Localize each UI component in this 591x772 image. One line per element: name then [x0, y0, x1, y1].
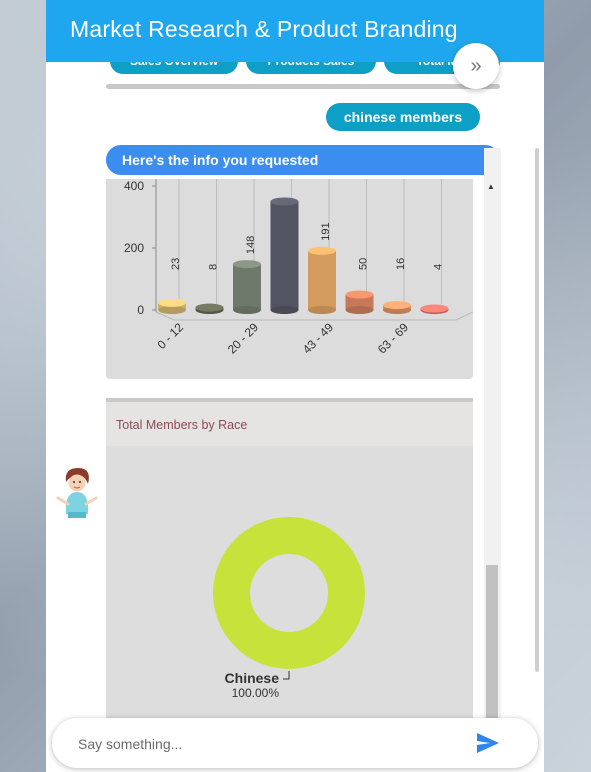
- y-tick-label: 0: [137, 303, 144, 317]
- chat-panel: Sales Overview Products Sales Total M...…: [46, 0, 544, 772]
- race-chart-card: Total Members by Race Chinese 100.00%: [106, 398, 473, 732]
- chips-scroll-right-button[interactable]: »: [453, 43, 499, 89]
- slice-percent-label: 100.00%: [232, 686, 280, 700]
- bar-base: [158, 306, 186, 314]
- bar-data-label: 191: [320, 222, 332, 240]
- bar-top: [308, 246, 336, 255]
- bar-body: [270, 201, 299, 310]
- bar-data-label: 16: [395, 258, 407, 270]
- page-title: Market Research & Product Branding: [70, 16, 458, 42]
- bar-top: [383, 301, 411, 310]
- send-icon[interactable]: [476, 732, 500, 754]
- y-tick-label: 200: [124, 241, 144, 255]
- race-chart-title: Total Members by Race: [116, 418, 248, 432]
- bar-body: [233, 264, 261, 310]
- x-tick-label: 43 - 49: [300, 320, 337, 357]
- message-input-bar: [52, 718, 538, 768]
- x-tick-label: 63 - 69: [375, 320, 412, 357]
- donut-slice: [213, 517, 365, 669]
- bar-data-label: 8: [208, 264, 220, 270]
- bar-top: [233, 260, 261, 269]
- bar-top: [270, 197, 299, 206]
- bar-top: [158, 298, 186, 307]
- bar-data-label: 23: [170, 258, 182, 270]
- bar-data-label: 148: [245, 236, 257, 254]
- race-chart-header: Total Members by Race: [106, 402, 473, 446]
- scroll-up-arrow-icon[interactable]: ▲: [487, 182, 495, 191]
- slice-label: Chinese: [225, 670, 280, 686]
- bar-data-label: 4: [433, 264, 445, 270]
- slice-connector: [283, 671, 290, 680]
- bar-body: [308, 250, 336, 310]
- age-chart-card: 400 200 0 23 8 148 191 50 16 4 0 - 12 20 - 29 43 - 4…: [106, 174, 503, 379]
- x-tick-label: 0 - 12: [155, 320, 187, 352]
- bar-top: [420, 304, 449, 313]
- bot-message: Here's the info you requested: [106, 145, 500, 175]
- bar-base: [345, 306, 374, 314]
- chat-scrollbar[interactable]: [535, 148, 539, 672]
- bar-top: [345, 290, 374, 299]
- chips-scrollbar[interactable]: [106, 84, 500, 89]
- y-tick-label: 400: [124, 179, 144, 193]
- chart-scrollbar-thumb[interactable]: [486, 565, 498, 729]
- bar-data-label: 50: [358, 258, 370, 270]
- chart-scrollbar[interactable]: ▲: [484, 148, 501, 729]
- age-bar-chart: 400 200 0 23 8 148 191 50 16 4 0 - 12 20 - 29 43 - 4…: [124, 174, 503, 357]
- message-input[interactable]: [76, 732, 460, 756]
- user-message: chinese members: [326, 103, 480, 131]
- assistant-avatar-icon: [56, 468, 98, 518]
- bar-base: [270, 306, 299, 314]
- x-tick-label: 20 - 29: [225, 320, 262, 357]
- bar-top: [195, 303, 224, 312]
- bar-base: [308, 306, 336, 314]
- race-donut-chart: Chinese100.00%: [213, 517, 365, 700]
- bar-base: [233, 306, 261, 314]
